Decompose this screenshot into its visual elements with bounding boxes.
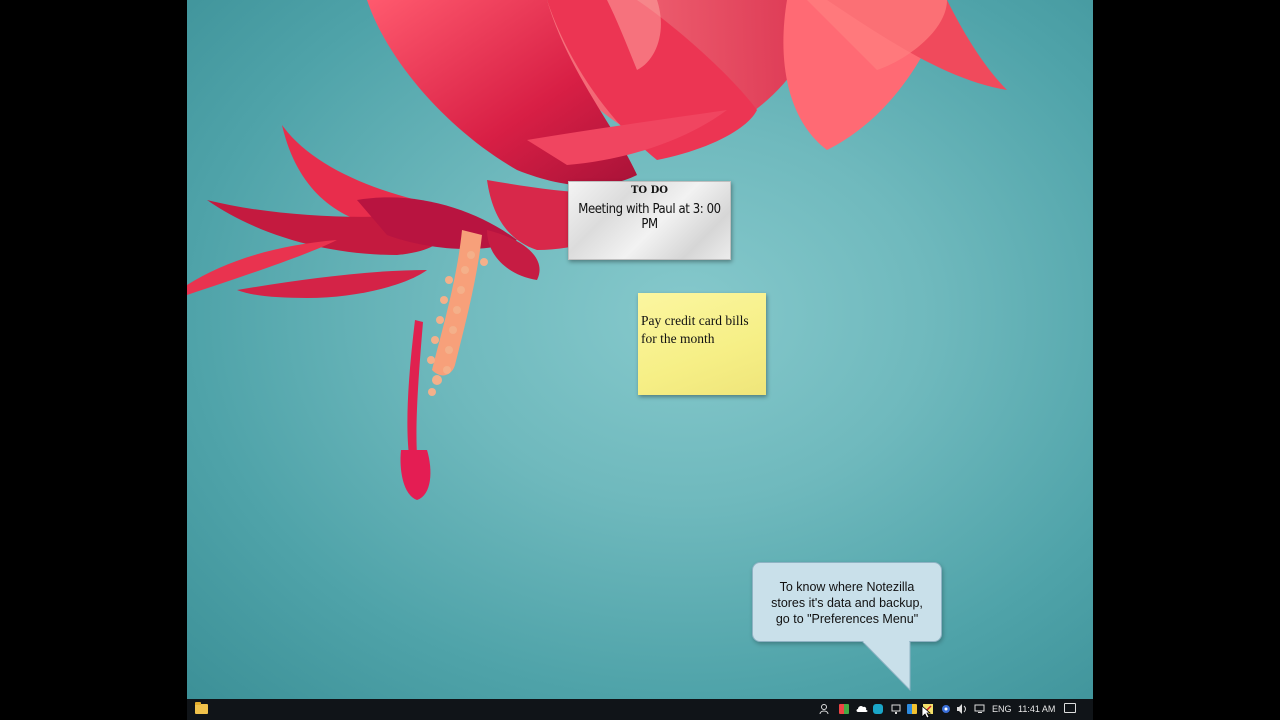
people-icon[interactable] [819, 703, 831, 715]
network-app-icon[interactable] [940, 703, 952, 715]
cloud-icon[interactable] [856, 703, 868, 715]
tip-balloon-tail [862, 641, 911, 691]
note-body-line[interactable]: for the month [641, 330, 762, 348]
note-body-line[interactable]: Pay credit card bills [641, 312, 762, 330]
screen: TO DO Meeting with Paul at 3: 00 PM Pay … [187, 0, 1093, 720]
taskbar: ENG 11:41 AM [187, 699, 1093, 720]
tip-line: stores it's data and backup, [771, 596, 923, 610]
monitor-icon[interactable] [890, 703, 902, 715]
language-indicator[interactable]: ENG [992, 704, 1012, 714]
sticky-note-todo[interactable]: TO DO Meeting with Paul at 3: 00 PM [568, 181, 731, 260]
note-body[interactable]: Meeting with Paul at 3: 00 PM [569, 202, 730, 232]
tip-line: To know where Notezilla [779, 580, 915, 594]
file-explorer-icon[interactable] [195, 702, 208, 714]
desktop-wallpaper: TO DO Meeting with Paul at 3: 00 PM Pay … [187, 0, 1093, 699]
sticky-note-bills[interactable]: Pay credit card bills for the month [638, 293, 766, 395]
volume-icon[interactable] [956, 703, 968, 715]
color-app-icon[interactable] [839, 704, 849, 714]
sync-icon[interactable] [873, 704, 883, 714]
taskbar-clock[interactable]: 11:41 AM [1018, 704, 1055, 714]
network-icon[interactable] [974, 703, 986, 715]
notezilla-tip-balloon: To know where Notezilla stores it's data… [752, 562, 942, 642]
mouse-cursor-icon [921, 705, 931, 719]
note-title: TO DO [630, 185, 669, 196]
tip-line: go to "Preferences Menu" [775, 612, 919, 626]
windows-store-icon[interactable] [907, 704, 917, 714]
action-center-icon[interactable] [1064, 703, 1076, 713]
